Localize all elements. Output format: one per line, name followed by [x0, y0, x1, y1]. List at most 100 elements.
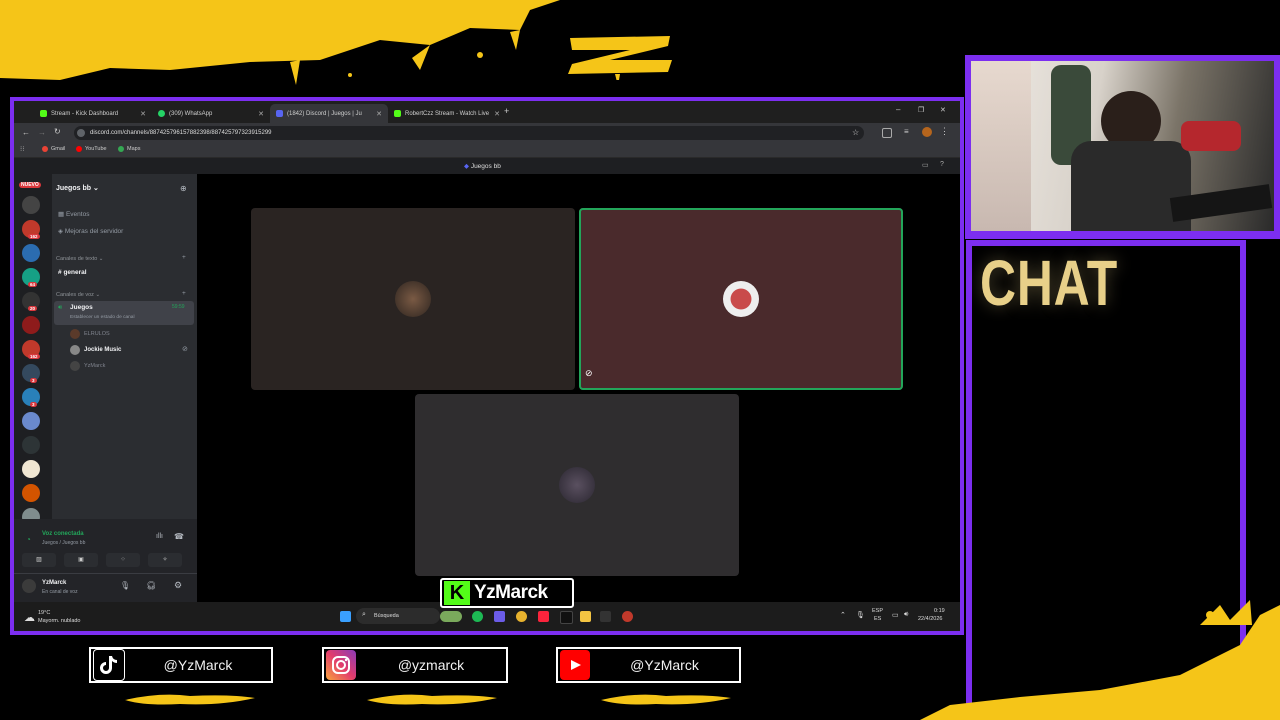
category-text[interactable]: Canales de texto ⌄: [56, 256, 103, 262]
bookmark-star-icon[interactable]: ☆: [852, 128, 859, 137]
window-close-button[interactable]: ✕: [940, 106, 946, 114]
weather-temp[interactable]: 19°C: [38, 610, 50, 616]
tab-label: (1842) Discord | Juegos | Ju: [287, 110, 362, 117]
menu-item-events[interactable]: ▦ Eventos: [58, 210, 89, 218]
camera-off-button[interactable]: ▨: [22, 553, 56, 567]
bookmark-label: Maps: [127, 146, 141, 152]
browser-tab[interactable]: RobertCzz Stream - Watch Live ✕: [388, 104, 506, 123]
activities-button[interactable]: ⁘: [106, 553, 140, 567]
social-instagram[interactable]: @yzmarck: [322, 647, 508, 683]
spotify-icon[interactable]: [472, 611, 483, 622]
help-icon[interactable]: ?: [940, 161, 944, 168]
weather-desc[interactable]: Mayorm. nublado: [38, 618, 81, 624]
server-icon[interactable]: [22, 244, 40, 262]
voice-member[interactable]: YzMarck: [70, 361, 105, 371]
server-icon[interactable]: [22, 412, 40, 430]
maps-icon: [118, 146, 124, 152]
voice-channel-juegos[interactable]: 🔊︎ Juegos 59:59 Establecer un estado de …: [54, 301, 194, 325]
disconnect-icon[interactable]: ☎: [174, 532, 184, 541]
copilot-icon[interactable]: [494, 611, 505, 622]
member-name: YzMarck: [84, 363, 106, 369]
chevron-up-icon[interactable]: ⌃: [840, 611, 846, 619]
voice-member[interactable]: ELRULOS: [70, 329, 110, 339]
url-input[interactable]: discord.com/channels/887425796157882398/…: [74, 126, 864, 140]
windows-start-icon[interactable]: [340, 611, 351, 622]
bookmark-maps[interactable]: Maps: [118, 146, 140, 152]
site-info-icon[interactable]: [77, 129, 85, 137]
menu-item-boosts[interactable]: ◈ Mejoras del servidor: [58, 227, 123, 235]
member-name: ELRULOS: [84, 331, 110, 337]
participant-tile[interactable]: [415, 394, 739, 576]
unread-badge: 3: [30, 402, 37, 407]
connection-sub[interactable]: Juegos / Juegos bb: [42, 540, 85, 546]
participant-tile[interactable]: [251, 208, 575, 390]
server-icon[interactable]: [22, 196, 40, 214]
add-user-icon[interactable]: ⊕: [180, 184, 187, 193]
deafened-icon: ⊘: [182, 346, 188, 353]
user-name: YzMarck: [42, 580, 67, 586]
widgets-icon[interactable]: [440, 611, 462, 622]
server-icon[interactable]: [22, 460, 40, 478]
unread-badge: 162: [28, 354, 40, 359]
close-icon[interactable]: ✕: [140, 110, 146, 118]
close-icon[interactable]: ✕: [376, 110, 382, 118]
channel-status[interactable]: Establecer un estado de canal: [70, 315, 135, 320]
new-tab-button[interactable]: +: [504, 106, 509, 116]
app-icon[interactable]: [622, 611, 633, 622]
file-explorer-icon[interactable]: [580, 611, 591, 622]
server-icon[interactable]: [22, 484, 40, 502]
chrome-icon[interactable]: [516, 611, 527, 622]
settings-gear-icon[interactable]: ⚙: [174, 580, 182, 591]
microphone-icon[interactable]: 🎙︎: [856, 611, 865, 619]
apps-icon[interactable]: ⁝⁝: [20, 145, 24, 153]
app-icon[interactable]: [600, 611, 611, 622]
server-header[interactable]: Juegos bb ⌄: [56, 184, 99, 192]
browser-tab-active[interactable]: (1842) Discord | Juegos | Ju ✕: [270, 104, 388, 123]
address-bar-row: ← → ↻ discord.com/channels/8874257961578…: [14, 123, 960, 143]
profile-avatar[interactable]: [922, 127, 932, 137]
inbox-icon[interactable]: ▭: [922, 161, 929, 169]
media-icon[interactable]: ≡: [904, 127, 909, 136]
voice-member[interactable]: Jockie Music: [70, 345, 121, 355]
chair: [1181, 121, 1241, 151]
browser-tab[interactable]: (309) WhatsApp ✕: [152, 104, 270, 123]
server-icon[interactable]: [22, 436, 40, 454]
signal-icon: ◔: [26, 535, 31, 544]
avatar: [70, 361, 80, 371]
maximize-button[interactable]: ❐: [918, 106, 924, 114]
unread-badge: 64: [28, 282, 38, 287]
server-icon[interactable]: [22, 316, 40, 334]
wall-decor: [971, 61, 1031, 231]
close-icon[interactable]: ✕: [258, 110, 264, 118]
bookmark-youtube[interactable]: YouTube: [76, 146, 107, 152]
extensions-icon[interactable]: [882, 128, 892, 138]
headphones-icon[interactable]: 🎧︎: [146, 581, 156, 590]
menu-icon[interactable]: ⋮: [940, 126, 949, 137]
tv-icon[interactable]: [560, 611, 573, 624]
screen-share-button[interactable]: ▣: [64, 553, 98, 567]
back-icon[interactable]: ←: [22, 128, 30, 137]
noise-suppression-icon[interactable]: ıllı: [156, 533, 163, 540]
music-icon[interactable]: [538, 611, 549, 622]
close-icon[interactable]: ✕: [494, 110, 500, 118]
bookmark-gmail[interactable]: Gmail: [42, 146, 65, 152]
discord-icon: [276, 110, 283, 117]
gmail-icon: [42, 146, 48, 152]
category-voice[interactable]: Canales de voz ⌄: [56, 292, 100, 298]
soundboard-button[interactable]: ✧: [148, 553, 182, 567]
add-channel-icon[interactable]: +: [182, 254, 186, 261]
taskbar-search[interactable]: ⌕ Búsqueda: [356, 608, 440, 624]
user-avatar[interactable]: [22, 579, 36, 593]
browser-tab[interactable]: Stream - Kick Dashboard ✕: [34, 104, 152, 123]
connection-status[interactable]: Voz conectada: [42, 531, 84, 537]
reload-icon[interactable]: ↻: [54, 127, 61, 136]
microphone-icon[interactable]: 🎙︎: [120, 581, 130, 590]
social-youtube[interactable]: @YzMarck: [556, 647, 741, 683]
add-channel-icon[interactable]: +: [182, 290, 186, 297]
participant-tile-speaking[interactable]: ⊘: [579, 208, 903, 390]
hash-icon: #: [58, 269, 62, 276]
social-tiktok[interactable]: @YzMarck: [89, 647, 273, 683]
minimize-button[interactable]: –: [896, 105, 900, 114]
forward-icon[interactable]: →: [38, 128, 46, 137]
channel-general[interactable]: # general: [58, 269, 87, 276]
